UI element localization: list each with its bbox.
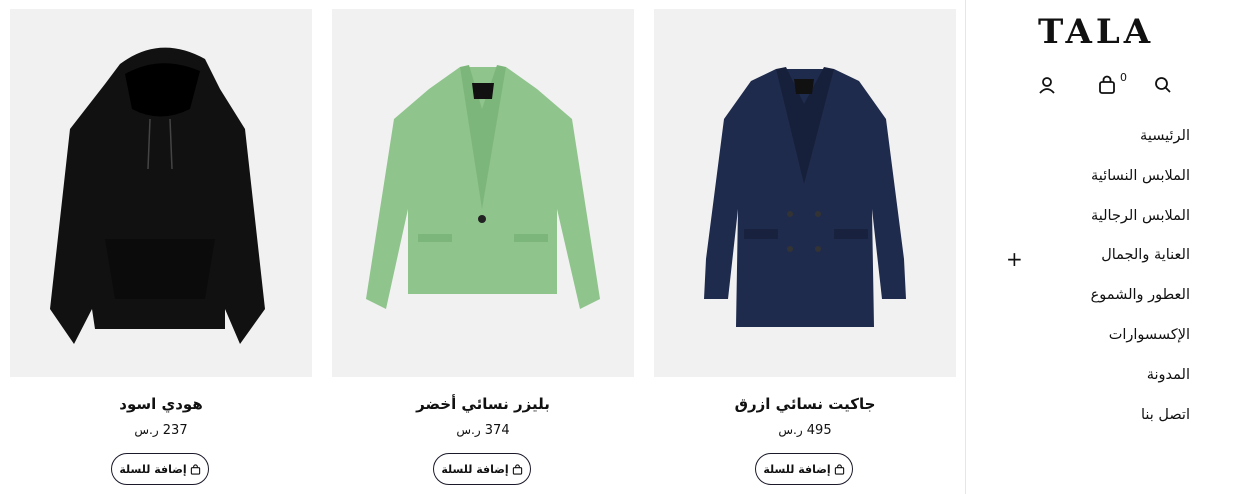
- product-card[interactable]: هودي اسود 237 ر.س إضافة للسلة: [10, 9, 312, 485]
- currency-label: ر.س: [778, 423, 803, 437]
- nav-item-contact[interactable]: اتصل بنا: [1091, 407, 1190, 447]
- product-name[interactable]: جاكيت نسائي ازرق: [654, 395, 956, 413]
- cart-count: 0: [1120, 71, 1127, 84]
- price-value: 495: [806, 423, 832, 438]
- nav-item-men[interactable]: الملابس الرجالية: [1091, 208, 1190, 248]
- product-name[interactable]: هودي اسود: [10, 395, 312, 413]
- price-value: 237: [162, 423, 188, 438]
- product-price: 495 ر.س: [654, 423, 956, 438]
- nav-item-women[interactable]: الملابس النسائية: [1091, 168, 1190, 208]
- search-icon[interactable]: [1152, 74, 1174, 96]
- add-to-cart-label: إضافة للسلة: [441, 462, 509, 476]
- nav-item-home[interactable]: الرئيسية: [1091, 128, 1190, 168]
- add-to-cart-label: إضافة للسلة: [763, 462, 831, 476]
- nav-item-fragrances[interactable]: العطور والشموع: [1091, 287, 1190, 327]
- add-to-cart-button[interactable]: إضافة للسلة: [755, 453, 853, 485]
- product-image-blue-jacket[interactable]: [654, 9, 956, 377]
- expand-beauty-icon[interactable]: +: [1006, 247, 1023, 271]
- user-icon[interactable]: [1036, 74, 1058, 96]
- product-card[interactable]: جاكيت نسائي ازرق 495 ر.س إضافة للسلة: [654, 9, 956, 485]
- product-name[interactable]: بليزر نسائي أخضر: [332, 395, 634, 413]
- product-image-black-hoodie[interactable]: [10, 9, 312, 377]
- bag-icon: [834, 463, 844, 475]
- cart-icon[interactable]: [1096, 74, 1118, 96]
- add-to-cart-button[interactable]: إضافة للسلة: [111, 453, 209, 485]
- bag-icon: [190, 463, 200, 475]
- nav-item-beauty[interactable]: العناية والجمال: [1091, 247, 1190, 287]
- product-price: 374 ر.س: [332, 423, 634, 438]
- product-grid: جاكيت نسائي ازرق 495 ر.س إضافة للسلة بلي…: [0, 0, 965, 494]
- nav-item-accessories[interactable]: الإكسسوارات: [1091, 327, 1190, 367]
- currency-label: ر.س: [456, 423, 481, 437]
- nav-item-blog[interactable]: المدونة: [1091, 367, 1190, 407]
- header-icons: 0: [966, 70, 1238, 100]
- add-to-cart-label: إضافة للسلة: [119, 462, 187, 476]
- main-nav: الرئيسية الملابس النسائية الملابس الرجال…: [1091, 128, 1190, 446]
- product-image-green-blazer[interactable]: [332, 9, 634, 377]
- product-price: 237 ر.س: [10, 423, 312, 438]
- product-card[interactable]: بليزر نسائي أخضر 374 ر.س إضافة للسلة: [332, 9, 634, 485]
- add-to-cart-button[interactable]: إضافة للسلة: [433, 453, 531, 485]
- sidebar: TALA 0 الرئيسية الملابس النسائية الملابس…: [965, 0, 1238, 494]
- bag-icon: [512, 463, 522, 475]
- price-value: 374: [484, 423, 510, 438]
- brand-logo[interactable]: TALA: [1038, 12, 1154, 52]
- currency-label: ر.س: [134, 423, 159, 437]
